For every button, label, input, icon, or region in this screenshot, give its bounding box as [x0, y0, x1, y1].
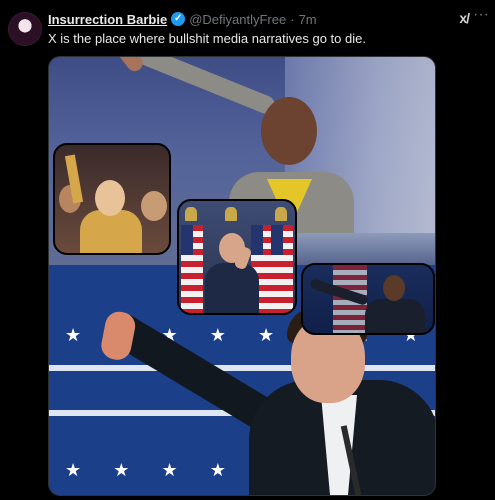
grok-icon[interactable]: x/ [459, 10, 470, 26]
star-icon: ★ [65, 459, 82, 480]
tweet-image[interactable]: ★ ★ ★ ★ ★ ★ ★ ★ ★ ★ ★ ★ ★ ★ ★ ★ [48, 56, 436, 496]
inset-photo-podium [301, 263, 435, 335]
author-handle[interactable]: @DefiyantlyFree [189, 12, 286, 27]
tweet-header: Insurrection Barbie ✓ @DefiyantlyFree · … [48, 10, 455, 28]
author-name[interactable]: Insurrection Barbie [48, 12, 167, 27]
timestamp[interactable]: 7m [299, 12, 317, 27]
more-options-icon[interactable]: ··· [473, 6, 489, 24]
separator-dot: · [290, 11, 295, 27]
verified-badge-icon: ✓ [171, 12, 186, 26]
star-icon: ★ [65, 324, 82, 345]
tweet-text: X is the place where bullshit media narr… [48, 31, 366, 46]
inset-photo-crowd [53, 143, 171, 255]
inset-photo-flags [177, 199, 297, 315]
avatar[interactable] [8, 12, 42, 46]
